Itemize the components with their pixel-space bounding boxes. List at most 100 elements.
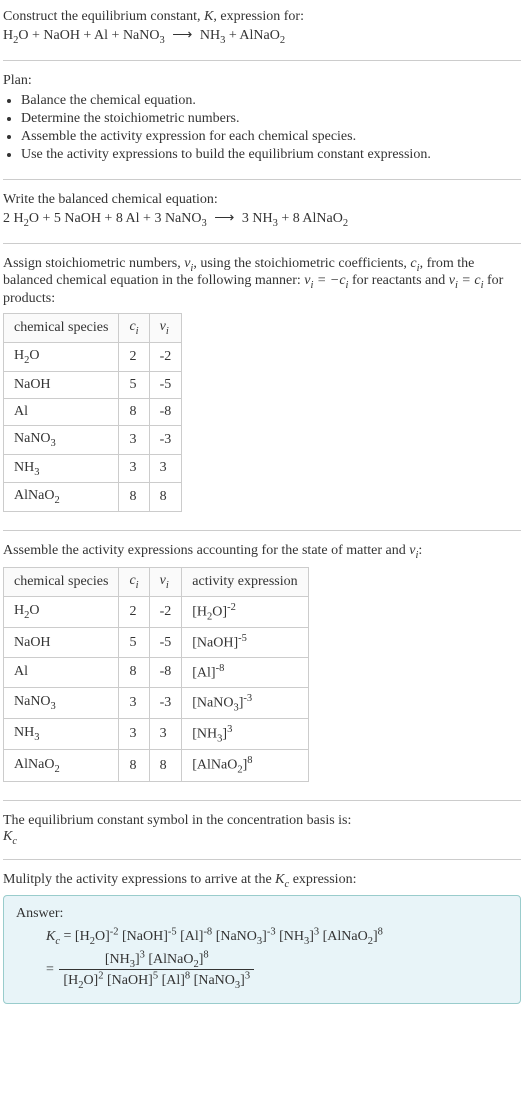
eq-rhs: NH3 + AlNaO2 bbox=[200, 28, 285, 43]
multiply-text: Mulitply the activity expressions to arr… bbox=[3, 872, 521, 890]
assign-text: Assign stoichiometric numbers, νi, using… bbox=[3, 256, 521, 308]
arrow-icon: ⟶ bbox=[168, 28, 196, 43]
table-row: Al8-8 bbox=[4, 398, 182, 425]
table-row: NaOH5-5 bbox=[4, 371, 182, 398]
table-row: NH333 bbox=[4, 454, 182, 483]
kc-fraction-expression: = [NH3]3 [AlNaO2]8 [H2O]2 [NaOH]5 [Al]8 … bbox=[46, 949, 508, 991]
assign-text-b: , using the stoichiometric coefficients, bbox=[193, 256, 410, 271]
balanced-title: Write the balanced chemical equation: bbox=[3, 192, 521, 208]
assemble-text-a: Assemble the activity expressions accoun… bbox=[3, 543, 409, 558]
balanced-equation: 2 H2O + 5 NaOH + 8 Al + 3 NaNO3 ⟶ 3 NH3 … bbox=[3, 208, 521, 231]
cell-nui: -3 bbox=[149, 425, 182, 454]
cell-ci: 5 bbox=[119, 371, 149, 398]
stoich-table: chemical species ci νi H2O2-2 NaOH5-5 Al… bbox=[3, 313, 182, 512]
balanced-rhs: 3 NH3 + 8 AlNaO2 bbox=[242, 211, 348, 226]
plan-section: Plan: Balance the chemical equation. Det… bbox=[3, 67, 521, 173]
cell-species: NH3 bbox=[4, 718, 119, 749]
divider bbox=[3, 859, 521, 860]
fraction: [NH3]3 [AlNaO2]8 [H2O]2 [NaOH]5 [Al]8 [N… bbox=[59, 949, 254, 991]
table-row: NaNO33-3[NaNO3]-3 bbox=[4, 687, 309, 718]
assemble-text: Assemble the activity expressions accoun… bbox=[3, 543, 521, 561]
kc-symbol: Kc bbox=[3, 829, 521, 847]
assign-text-a: Assign stoichiometric numbers, bbox=[3, 256, 184, 271]
cell-species: Al bbox=[4, 398, 119, 425]
cell-activity: [Al]-8 bbox=[182, 657, 308, 687]
col-species: chemical species bbox=[4, 314, 119, 343]
col-ci: ci bbox=[119, 314, 149, 343]
col-nui: νi bbox=[149, 567, 182, 596]
table-row: H2O2-2[H2O]-2 bbox=[4, 596, 309, 627]
intro-line1: Construct the equilibrium constant, K, e… bbox=[3, 9, 521, 25]
cell-ci: 3 bbox=[119, 454, 149, 483]
arrow-icon: ⟶ bbox=[210, 211, 238, 226]
cell-nui: -8 bbox=[149, 398, 182, 425]
cell-species: Al bbox=[4, 657, 119, 687]
rel1: νi = −ci bbox=[304, 273, 348, 288]
symbol-section: The equilibrium constant symbol in the c… bbox=[3, 807, 521, 853]
cell-nui: -5 bbox=[149, 628, 182, 658]
eq-lhs: H2O + NaOH + Al + NaNO3 bbox=[3, 28, 165, 43]
assemble-text-b: : bbox=[418, 543, 422, 558]
divider bbox=[3, 179, 521, 180]
multiply-section: Mulitply the activity expressions to arr… bbox=[3, 866, 521, 1016]
cell-activity: [H2O]-2 bbox=[182, 596, 308, 627]
multiply-text-a: Mulitply the activity expressions to arr… bbox=[3, 872, 275, 887]
cell-nui: 3 bbox=[149, 454, 182, 483]
cell-ci: 2 bbox=[119, 596, 149, 627]
col-nui: νi bbox=[149, 314, 182, 343]
kc-symbol: Kc bbox=[275, 872, 289, 887]
cell-species: NaOH bbox=[4, 628, 119, 658]
col-activity: activity expression bbox=[182, 567, 308, 596]
plan-item: Determine the stoichiometric numbers. bbox=[21, 111, 521, 127]
intro-equation: H2O + NaOH + Al + NaNO3 ⟶ NH3 + AlNaO2 bbox=[3, 25, 521, 48]
cell-ci: 8 bbox=[119, 398, 149, 425]
table-row: AlNaO288[AlNaO2]8 bbox=[4, 750, 309, 781]
multiply-text-b: expression: bbox=[289, 872, 356, 887]
plan-item: Use the activity expressions to build th… bbox=[21, 147, 521, 163]
cell-ci: 8 bbox=[119, 750, 149, 781]
answer-box: Answer: Kc = [H2O]-2 [NaOH]-5 [Al]-8 [Na… bbox=[3, 895, 521, 1003]
cell-nui: -2 bbox=[149, 342, 182, 371]
balanced-section: Write the balanced chemical equation: 2 … bbox=[3, 186, 521, 237]
cell-species: AlNaO2 bbox=[4, 483, 119, 512]
assign-text-d: for reactants and bbox=[348, 273, 448, 288]
intro-section: Construct the equilibrium constant, K, e… bbox=[3, 3, 521, 54]
table-header-row: chemical species ci νi bbox=[4, 314, 182, 343]
cell-species: NaOH bbox=[4, 371, 119, 398]
cell-activity: [AlNaO2]8 bbox=[182, 750, 308, 781]
plan-list: Balance the chemical equation. Determine… bbox=[3, 93, 521, 163]
cell-activity: [NH3]3 bbox=[182, 718, 308, 749]
plan-title: Plan: bbox=[3, 73, 521, 89]
rel2: νi = ci bbox=[449, 273, 484, 288]
activity-table: chemical species ci νi activity expressi… bbox=[3, 567, 309, 782]
cell-nui: -5 bbox=[149, 371, 182, 398]
kc-flat-expression: Kc = [H2O]-2 [NaOH]-5 [Al]-8 [NaNO3]-3 [… bbox=[46, 926, 508, 946]
table-row: NaOH5-5[NaOH]-5 bbox=[4, 628, 309, 658]
cell-nui: -3 bbox=[149, 687, 182, 718]
col-ci: ci bbox=[119, 567, 149, 596]
k-symbol: K bbox=[204, 9, 213, 24]
cell-species: AlNaO2 bbox=[4, 750, 119, 781]
intro-text-b: , expression for: bbox=[213, 9, 304, 24]
fraction-denominator: [H2O]2 [NaOH]5 [Al]8 [NaNO3]3 bbox=[59, 970, 254, 990]
cell-nui: 3 bbox=[149, 718, 182, 749]
cell-ci: 3 bbox=[119, 687, 149, 718]
assign-section: Assign stoichiometric numbers, νi, using… bbox=[3, 250, 521, 525]
divider bbox=[3, 800, 521, 801]
assemble-section: Assemble the activity expressions accoun… bbox=[3, 537, 521, 794]
divider bbox=[3, 530, 521, 531]
cell-species: H2O bbox=[4, 342, 119, 371]
cell-activity: [NaNO3]-3 bbox=[182, 687, 308, 718]
plan-item: Assemble the activity expression for eac… bbox=[21, 129, 521, 145]
cell-nui: 8 bbox=[149, 483, 182, 512]
divider bbox=[3, 60, 521, 61]
balanced-lhs: 2 H2O + 5 NaOH + 8 Al + 3 NaNO3 bbox=[3, 211, 207, 226]
cell-species: NH3 bbox=[4, 454, 119, 483]
answer-label: Answer: bbox=[16, 906, 508, 922]
table-header-row: chemical species ci νi activity expressi… bbox=[4, 567, 309, 596]
table-row: H2O2-2 bbox=[4, 342, 182, 371]
symbol-text: The equilibrium constant symbol in the c… bbox=[3, 813, 521, 829]
intro-text-a: Construct the equilibrium constant, bbox=[3, 9, 204, 24]
table-row: NaNO33-3 bbox=[4, 425, 182, 454]
nu-i-symbol: νi bbox=[184, 256, 193, 271]
